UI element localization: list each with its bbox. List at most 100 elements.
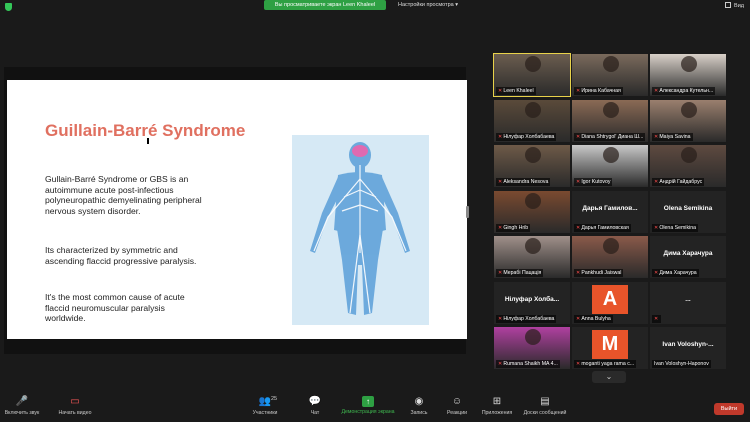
participant-face [603,238,619,254]
participant-tile[interactable]: ✕Leen Khaleel [493,53,571,97]
participant-tile[interactable]: ✕Андрій Гайдабрус [650,145,726,187]
participant-tile[interactable]: ✕Ирина Кабачная [572,54,648,96]
participant-display-name: Olena Semikina [663,204,713,212]
mic-muted-icon: ✕ [576,179,581,185]
participant-name: Aleksandra Nesova [503,179,549,185]
participant-tile[interactable]: ✕Нілуфар Холбабаева [494,99,570,142]
participant-tile[interactable]: ✕Gingh Hrib [494,190,570,233]
participant-name-label: ✕Pankhudi Jaiswal [574,269,624,277]
mic-muted-icon: ✕ [576,133,581,140]
participant-tile[interactable]: Дима Харачура ✕Дима Харачура [650,236,726,278]
participant-tile[interactable]: Olena Semikina ✕Olena Semikina [650,190,726,233]
participant-name-label: ✕Нілуфар Холбабаева [496,132,557,141]
participant-tile[interactable]: ✕Aleksandra Nesova [494,145,570,187]
participant-tile[interactable]: ✕Александра Кутельн... [650,54,726,96]
mic-muted-icon: ✕ [576,315,581,322]
participant-name: Rumana Shaikh MA 4... [503,361,558,367]
unmute-button[interactable]: 🎤 Включить звук [4,392,40,422]
mic-muted-icon: ✕ [654,133,659,140]
participant-name: Нілуфар Холбабаева [503,133,555,140]
participant-display-name: Нілуфар Холба... [504,295,560,303]
participant-face [525,101,541,118]
whiteboard-button[interactable]: ▤ Доски сообщений [520,392,570,422]
participant-name-label: ✕Дима Харачура [652,269,699,277]
participants-count: 25 [271,396,278,402]
participant-name: Мерабі Пацація [503,270,542,276]
chevron-down-icon: ⌄ [605,372,613,381]
mouse-cursor [147,138,150,144]
share-screen-button[interactable]: ↑ Демонстрация экрана [337,392,399,422]
participant-name-label: ✕Gingh Hrib [496,223,531,232]
participant-name: Дарья Гамиловская [581,224,629,231]
participant-name: Нілуфар Холбабаева [503,315,555,322]
participant-tile[interactable]: M ✕moganti yaga rama c... [572,327,648,369]
leave-button[interactable]: Выйти [714,403,744,415]
participant-tile[interactable]: A ✕Anna Bulyha [572,281,648,324]
start-video-button[interactable]: ▭ Начать видео [54,392,96,422]
participant-display-name: Дима Харачура [663,250,713,257]
grid-icon [725,2,732,8]
participant-name-label: ✕Андрій Гайдабрус [652,178,705,186]
participant-face [681,101,697,118]
shield-icon[interactable] [5,3,12,11]
participant-face [681,56,697,72]
participant-name: Дима Харачура [659,270,697,276]
smiley-icon: ☺ [451,396,463,407]
participant-face [525,56,541,72]
view-settings-menu[interactable]: Настройки просмотра ▾ [398,0,458,10]
mic-muted-icon: ✕ [498,224,503,231]
mic-muted-icon: ✕ [654,88,659,94]
meeting-toolbar: 🎤 Включить звук ▭ Начать видео 👥 25 Учас… [0,392,750,422]
participant-tile[interactable]: ✕Мерабі Пацація [494,236,570,278]
panel-resize-handle[interactable] [466,206,469,218]
mic-muted-icon: ✕ [576,361,581,367]
participant-name: Leen Khaleel [503,88,534,94]
mic-muted-icon: ✕ [498,179,503,185]
participant-tile[interactable]: ... ✕ [650,281,726,324]
participant-face [525,238,541,254]
reactions-button[interactable]: ☺ Реакции [442,392,472,422]
participant-face [525,192,541,209]
apps-button[interactable]: ⊞ Приложения [478,392,516,422]
participant-face [603,101,619,118]
record-button[interactable]: ◉ Запись [405,392,433,422]
whiteboard-icon: ▤ [540,396,550,407]
mic-muted-icon: ✕ [654,179,659,185]
participant-name: Александра Кутельн... [659,88,714,94]
participant-tile[interactable]: ✕Pankhudi Jaiswal [572,236,648,278]
participant-name-label: ✕Александра Кутельн... [652,87,716,95]
share-arrow-icon: ↑ [362,396,374,407]
participant-tile[interactable]: ✕Diana Shtrygol' Диана Ш... [572,99,648,142]
participant-tile[interactable]: Дарья Гамилов... ✕Дарья Гамиловская [572,190,648,233]
view-mode-button[interactable]: Вид [725,0,744,12]
mic-muted-icon: ✕ [654,270,659,276]
participant-name-label: ✕Leen Khaleel [496,87,536,95]
video-off-icon: ▭ [70,396,80,407]
gallery-next-page-button[interactable]: ⌄ [592,371,626,383]
participant-tile[interactable]: ✕Rumana Shaikh MA 4... [494,327,570,369]
mic-muted-icon: ✕ [498,315,503,322]
participant-tile[interactable]: ✕Igor Kutovoy [572,145,648,187]
participant-tile[interactable]: Ivan Voloshyn-... Ivan Voloshyn-Haponov [650,327,726,369]
participant-name-label: ✕Rumana Shaikh MA 4... [496,360,560,368]
participant-name-label: ✕Ирина Кабачная [574,87,623,95]
participant-tile[interactable]: Нілуфар Холба... ✕Нілуфар Холбабаева [494,281,570,324]
participants-button[interactable]: 👥 25 Участники [248,392,282,422]
mic-muted-icon: ✕ [654,315,659,322]
participant-face [603,56,619,72]
apps-icon: ⊞ [492,396,502,407]
participant-name-label: ✕Anna Bulyha [574,314,613,323]
slide-paragraph: Its characterized by symmetric and ascen… [45,245,197,266]
participant-name: Olena Semikina [659,224,696,231]
participant-name-label: ✕ [652,314,662,323]
participant-display-name: Ivan Voloshyn-... [662,341,714,348]
participant-face [525,147,541,163]
shared-screen: Guillain-Barré Syndrome Gullain-Barré Sy… [4,67,467,354]
presentation-slide: Guillain-Barré Syndrome Gullain-Barré Sy… [7,80,467,339]
participant-name-label: ✕Maiya Savina [652,132,693,141]
participant-tile[interactable]: ✕Maiya Savina [650,99,726,142]
participant-name-label: ✕Мерабі Пацація [496,269,544,277]
chat-button[interactable]: 💬 Чат [303,392,327,422]
record-icon: ◉ [414,396,424,407]
view-settings-label: Настройки просмотра [398,2,454,8]
